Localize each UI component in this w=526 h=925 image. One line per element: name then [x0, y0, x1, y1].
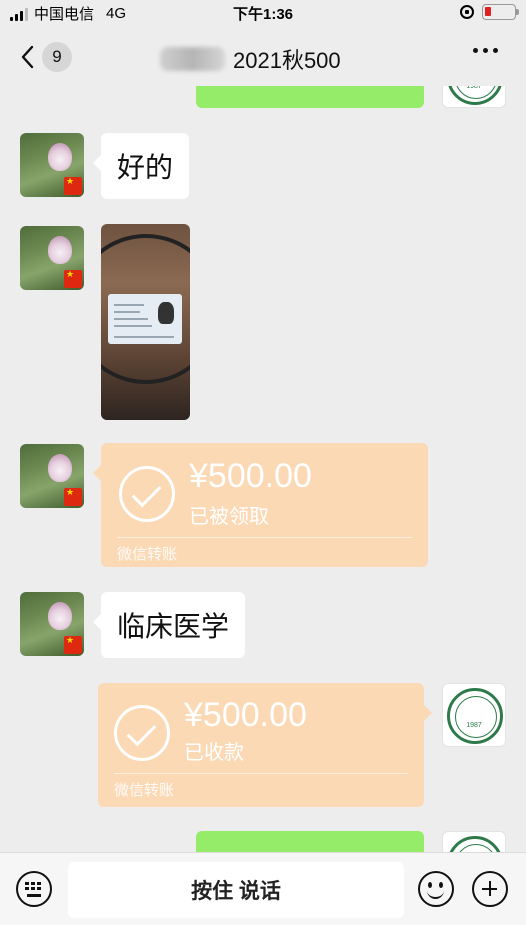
contact-avatar[interactable] [20, 592, 84, 656]
rotation-lock-icon [460, 5, 474, 19]
message-list[interactable]: 1987 好的 ¥500.00 已被领取 微信转账 临床医 [0, 86, 526, 852]
transfer-card-received[interactable]: ¥500.00 已收款 微信转账 [98, 683, 432, 807]
transfer-check-icon [114, 705, 170, 761]
transfer-amount: ¥500.00 [189, 457, 312, 495]
status-bar: 中国电信 4G 下午1:36 [0, 0, 526, 26]
unread-badge: 9 [42, 42, 72, 72]
more-icon[interactable] [473, 48, 498, 53]
incoming-message[interactable]: 好的 [92, 133, 190, 199]
contact-avatar[interactable] [20, 133, 84, 197]
flag-icon [64, 487, 82, 506]
back-button[interactable]: 9 [18, 40, 88, 74]
plus-icon[interactable] [472, 871, 508, 907]
transfer-status: 已被领取 [189, 506, 269, 528]
flag-icon [64, 635, 82, 654]
battery-icon [482, 4, 519, 20]
outgoing-message-partial-top[interactable] [196, 86, 424, 108]
self-avatar-top[interactable]: 1987 [442, 86, 506, 108]
transfer-status: 已收款 [184, 742, 244, 764]
hold-to-talk-button[interactable]: 按住 说话 [68, 862, 404, 918]
message-text: 临床医学 [117, 611, 230, 642]
transfer-amount: ¥500.00 [184, 696, 307, 734]
outgoing-message-partial-bottom[interactable] [196, 831, 424, 852]
clock: 下午1:36 [232, 6, 294, 23]
flag-icon [64, 176, 82, 195]
self-avatar-bottom[interactable] [442, 831, 506, 852]
emoji-icon[interactable] [418, 871, 454, 907]
flag-icon [64, 269, 82, 288]
chat-title-text: 2021秋500 [233, 48, 341, 73]
self-avatar[interactable]: 1987 [442, 683, 506, 747]
contact-avatar[interactable] [20, 226, 84, 290]
image-message-id-card[interactable] [101, 224, 190, 420]
transfer-footer: 微信转账 [117, 546, 178, 563]
transfer-card-collected[interactable]: ¥500.00 已被领取 微信转账 [93, 443, 428, 567]
contact-avatar[interactable] [20, 444, 84, 508]
input-bar: 按住 说话 [0, 852, 526, 925]
status-right [460, 4, 519, 20]
transfer-check-icon [119, 466, 175, 522]
message-text: 好的 [117, 152, 174, 183]
chat-header: 9 2021秋500 [0, 26, 526, 86]
keyboard-icon[interactable] [16, 871, 52, 907]
chat-title: 2021秋500 [160, 43, 341, 75]
back-chevron-icon [21, 45, 34, 69]
transfer-footer: 微信转账 [114, 782, 175, 799]
incoming-message[interactable]: 临床医学 [92, 592, 246, 658]
blurred-name [160, 47, 225, 71]
